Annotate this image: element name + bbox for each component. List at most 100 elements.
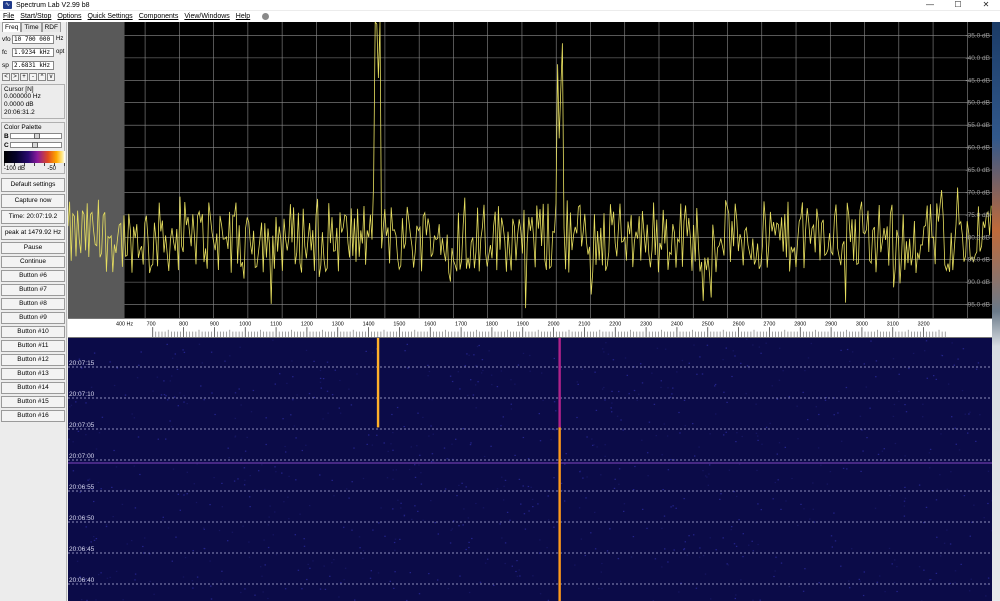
close-button[interactable]: ✕: [972, 0, 1000, 10]
button-13[interactable]: Button #13: [1, 368, 65, 380]
color-palette-bar[interactable]: [4, 151, 65, 163]
waterfall-noise-speck: [733, 543, 736, 545]
contrast-slider-thumb[interactable]: [31, 142, 38, 148]
waterfall-noise-speck: [975, 440, 977, 442]
waterfall-noise-speck: [183, 401, 185, 403]
waterfall-noise-speck: [447, 588, 450, 590]
waterfall-noise-speck: [115, 570, 118, 572]
button-9[interactable]: Button #9: [1, 312, 65, 324]
menu-help[interactable]: Help: [236, 13, 250, 20]
waterfall-noise-speck: [431, 453, 434, 455]
tab-rdf[interactable]: RDF: [41, 22, 61, 32]
waterfall-noise-speck: [678, 411, 680, 414]
waterfall-noise-speck: [987, 502, 989, 505]
waterfall-noise-speck: [428, 573, 430, 575]
waterfall-noise-speck: [797, 524, 799, 526]
capture-now-button[interactable]: Capture now: [1, 194, 65, 208]
scale-up-button[interactable]: ^: [38, 73, 46, 81]
spectrum-display[interactable]: -35.0 dB -40.0 dB -45.0 dB -50.0 dB -55.0 dB…: [68, 22, 992, 318]
waterfall-noise-speck: [183, 351, 186, 353]
waterfall-noise-speck: [386, 477, 389, 479]
waterfall-noise-speck: [684, 541, 686, 543]
waterfall-noise-speck: [136, 377, 139, 379]
waterfall-noise-speck: [470, 379, 472, 381]
peak-display-button[interactable]: peak at 1479.92 Hz: [1, 226, 65, 240]
cursor-time: 20:06:31.2: [4, 109, 35, 116]
button-10[interactable]: Button #10: [1, 326, 65, 338]
waterfall-noise-speck: [473, 354, 475, 356]
waterfall-noise-speck: [246, 436, 248, 438]
brightness-slider[interactable]: [10, 133, 62, 139]
waterfall-noise-speck: [514, 383, 516, 385]
brightness-slider-thumb[interactable]: [34, 133, 40, 139]
waterfall-noise-speck: [667, 469, 670, 471]
waterfall-noise-speck: [620, 419, 622, 421]
waterfall-noise-speck: [343, 579, 345, 581]
waterfall-noise-speck: [647, 452, 649, 454]
scroll-right-button[interactable]: >: [11, 73, 19, 81]
waterfall-noise-speck: [487, 558, 489, 560]
optimize-button[interactable]: opt: [56, 49, 64, 55]
maximize-button[interactable]: ☐: [944, 0, 972, 10]
contrast-slider[interactable]: [10, 142, 62, 148]
waterfall-noise-speck: [400, 507, 402, 509]
tab-time[interactable]: Time: [21, 22, 42, 32]
span-field[interactable]: 2.6831 kHz: [12, 60, 54, 70]
menu-file[interactable]: File: [3, 13, 14, 20]
waterfall-noise-speck: [419, 454, 421, 456]
menu-quick-settings[interactable]: Quick Settings: [88, 13, 133, 20]
waterfall-noise-speck: [939, 474, 941, 476]
waterfall-noise-speck: [869, 551, 872, 553]
waterfall-noise-speck: [175, 536, 177, 538]
button-7[interactable]: Button #7: [1, 284, 65, 296]
zoom-in-button[interactable]: +: [20, 73, 28, 81]
axis-label: 2600: [733, 321, 745, 327]
zoom-out-button[interactable]: -: [29, 73, 37, 81]
waterfall-noise-speck: [722, 537, 724, 539]
waterfall-noise-speck: [553, 477, 555, 479]
scroll-left-button[interactable]: <: [2, 73, 10, 81]
button-11[interactable]: Button #11: [1, 340, 65, 352]
waterfall-noise-speck: [182, 349, 184, 351]
button-15[interactable]: Button #15: [1, 396, 65, 408]
waterfall-noise-speck: [516, 560, 518, 562]
button-12[interactable]: Button #12: [1, 354, 65, 366]
vfo-field[interactable]: 10 700 000: [12, 34, 54, 44]
waterfall-noise-speck: [93, 539, 96, 541]
frequency-axis[interactable]: 400 Hz 700 800 900 1000 1100 1200 1300 1400 150…: [68, 318, 992, 338]
continue-button[interactable]: Continue: [1, 256, 65, 268]
tab-freq[interactable]: Freq: [2, 22, 22, 32]
center-frequency-field[interactable]: 1.9234 kHz: [12, 47, 54, 57]
waterfall-noise-speck: [947, 383, 950, 385]
waterfall-noise-speck: [366, 443, 368, 445]
button-6[interactable]: Button #6: [1, 270, 65, 282]
waterfall-noise-speck: [414, 464, 416, 466]
waterfall-noise-speck: [773, 575, 775, 578]
button-8[interactable]: Button #8: [1, 298, 65, 310]
waterfall-noise-speck: [943, 542, 946, 544]
waterfall-noise-speck: [826, 483, 829, 485]
time-display-button[interactable]: Time: 20:07:19.2: [1, 210, 65, 224]
axis-label: 2300: [640, 321, 652, 327]
waterfall-noise-speck: [709, 433, 711, 435]
menu-options[interactable]: Options: [57, 13, 81, 20]
menu-start-stop[interactable]: Start/Stop: [20, 13, 51, 20]
pause-button[interactable]: Pause: [1, 242, 65, 254]
waterfall-noise-speck: [579, 471, 581, 473]
waterfall-noise-speck: [167, 527, 170, 529]
waterfall-noise-speck: [922, 416, 924, 418]
waterfall-noise-speck: [163, 380, 165, 382]
waterfall-noise-speck: [940, 433, 942, 435]
scale-down-button[interactable]: v: [47, 73, 55, 81]
waterfall-noise-speck: [929, 448, 932, 450]
button-16[interactable]: Button #16: [1, 410, 65, 422]
minimize-button[interactable]: —: [916, 0, 944, 10]
menu-components[interactable]: Components: [139, 13, 179, 20]
default-settings-button[interactable]: Default settings: [1, 178, 65, 192]
waterfall-display[interactable]: 20:07:15 20:07:10 20:07:05 20:07:00 20:06:55…: [68, 338, 992, 601]
waterfall-noise-speck: [139, 473, 141, 476]
menu-view-windows[interactable]: View/Windows: [184, 13, 229, 20]
waterfall-noise-speck: [970, 578, 972, 580]
waterfall-noise-speck: [203, 527, 205, 529]
button-14[interactable]: Button #14: [1, 382, 65, 394]
